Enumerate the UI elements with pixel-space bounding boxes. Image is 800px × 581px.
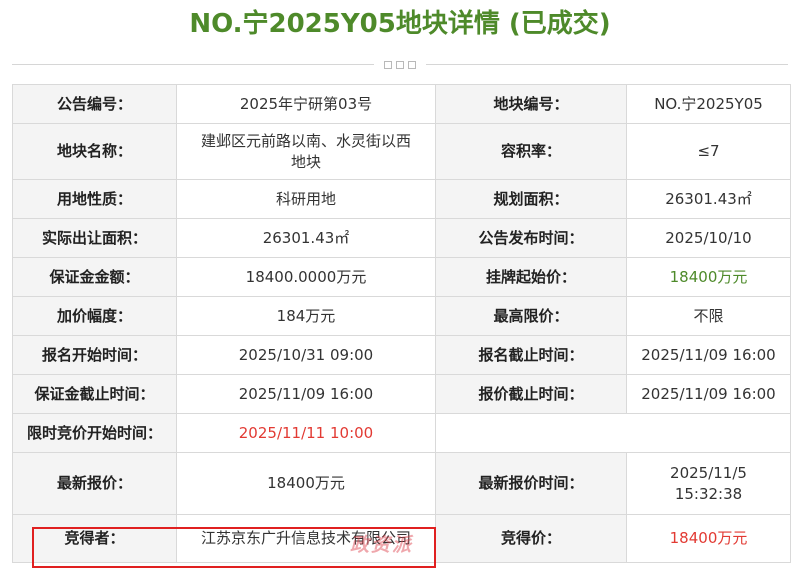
notice-no-value: 2025年宁研第03号 — [176, 84, 436, 124]
divider-dots — [380, 59, 420, 71]
page-title: NO.宁2025Y05地块详情 (已成交) — [189, 9, 611, 39]
reg-end-value: 2025/11/09 16:00 — [626, 335, 791, 375]
empty-cell — [435, 413, 791, 453]
actual-area-value: 26301.43㎡ — [176, 218, 436, 258]
latest-bid-value: 18400万元 — [176, 452, 436, 515]
winning-price-value: 18400万元 — [626, 514, 791, 563]
divider-square-icon — [408, 61, 416, 69]
parcel-name-line-1: 建邺区元前路以南、水灵街以西 — [200, 131, 411, 150]
table-row: 地块名称： 建邺区元前路以南、水灵街以西 地块 容积率： ≤7 — [12, 123, 791, 180]
divider-line-left — [12, 64, 374, 65]
deposit-label: 保证金金额： — [12, 257, 177, 297]
reg-start-label: 报名开始时间： — [12, 335, 177, 375]
table-row: 用地性质： 科研用地 规划面积： 26301.43㎡ — [12, 179, 791, 219]
table-row: 保证金截止时间： 2025/11/09 16:00 报价截止时间： 2025/1… — [12, 374, 791, 414]
table-row: 报名开始时间： 2025/10/31 09:00 报名截止时间： 2025/11… — [12, 335, 791, 375]
planned-area-value: 26301.43㎡ — [626, 179, 791, 219]
reg-start-value: 2025/10/31 09:00 — [176, 335, 436, 375]
table-row: 实际出让面积： 26301.43㎡ 公告发布时间： 2025/10/10 — [12, 218, 791, 258]
deposit-end-label: 保证金截止时间： — [12, 374, 177, 414]
land-use-value: 科研用地 — [176, 179, 436, 219]
deposit-value: 18400.0000万元 — [176, 257, 436, 297]
title-divider — [12, 61, 788, 69]
latest-bid-clock: 15:32:38 — [674, 484, 743, 503]
parcel-no-value: NO.宁2025Y05 — [626, 84, 791, 124]
latest-bid-time-value: 2025/11/5 15:32:38 — [626, 452, 791, 515]
divider-line-right — [426, 64, 788, 65]
notice-no-label: 公告编号： — [12, 84, 177, 124]
bid-end-value: 2025/11/09 16:00 — [626, 374, 791, 414]
reg-end-label: 报名截止时间： — [435, 335, 627, 375]
divider-square-icon — [396, 61, 404, 69]
deposit-end-value: 2025/11/09 16:00 — [176, 374, 436, 414]
plot-ratio-value: ≤7 — [626, 123, 791, 180]
max-price-value: 不限 — [626, 296, 791, 336]
timed-bid-start-value: 2025/11/11 10:00 — [176, 413, 436, 453]
table-row: 加价幅度： 184万元 最高限价： 不限 — [12, 296, 791, 336]
actual-area-label: 实际出让面积： — [12, 218, 177, 258]
plot-ratio-label: 容积率： — [435, 123, 627, 180]
watermark-logo: 政资派 — [350, 534, 414, 556]
land-use-label: 用地性质： — [12, 179, 177, 219]
bid-end-label: 报价截止时间： — [435, 374, 627, 414]
parcel-name-value: 建邺区元前路以南、水灵街以西 地块 — [176, 123, 436, 180]
winning-price-label: 竞得价： — [435, 514, 627, 563]
publish-time-label: 公告发布时间： — [435, 218, 627, 258]
parcel-name-label: 地块名称： — [12, 123, 177, 180]
table-row: 限时竞价开始时间： 2025/11/11 10:00 — [12, 413, 791, 453]
timed-bid-start-label: 限时竞价开始时间： — [12, 413, 177, 453]
table-row: 保证金金额： 18400.0000万元 挂牌起始价： 18400万元 — [12, 257, 791, 297]
publish-time-value: 2025/10/10 — [626, 218, 791, 258]
parcel-name-line-2: 地块 — [290, 152, 321, 171]
parcel-no-label: 地块编号： — [435, 84, 627, 124]
max-price-label: 最高限价： — [435, 296, 627, 336]
latest-bid-label: 最新报价： — [12, 452, 177, 515]
table-row: 公告编号： 2025年宁研第03号 地块编号： NO.宁2025Y05 — [12, 84, 791, 124]
divider-square-icon — [384, 61, 392, 69]
latest-bid-time-label: 最新报价时间： — [435, 452, 627, 515]
winner-label: 竞得者： — [12, 514, 177, 563]
planned-area-label: 规划面积： — [435, 179, 627, 219]
increment-value: 184万元 — [176, 296, 436, 336]
start-price-label: 挂牌起始价： — [435, 257, 627, 297]
table-row: 最新报价： 18400万元 最新报价时间： 2025/11/5 15:32:38 — [12, 452, 791, 515]
start-price-value: 18400万元 — [626, 257, 791, 297]
increment-label: 加价幅度： — [12, 296, 177, 336]
latest-bid-date: 2025/11/5 — [670, 463, 747, 482]
parcel-detail-table: 公告编号： 2025年宁研第03号 地块编号： NO.宁2025Y05 地块名称… — [12, 84, 791, 563]
